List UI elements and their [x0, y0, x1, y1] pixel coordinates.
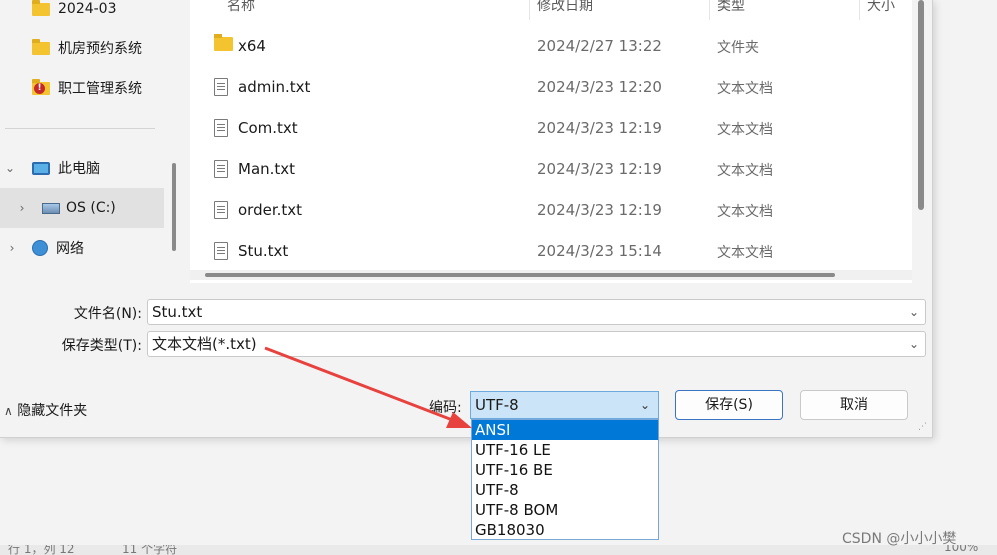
annotation-arrow: [264, 346, 472, 428]
annotation-arrow-head: [446, 412, 472, 428]
annotation-arrow-line: [264, 346, 456, 423]
status-chars: 11 个字符: [122, 545, 178, 555]
watermark: CSDN @小小小樊: [842, 531, 957, 547]
status-position: 行 1，列 12: [8, 545, 75, 555]
